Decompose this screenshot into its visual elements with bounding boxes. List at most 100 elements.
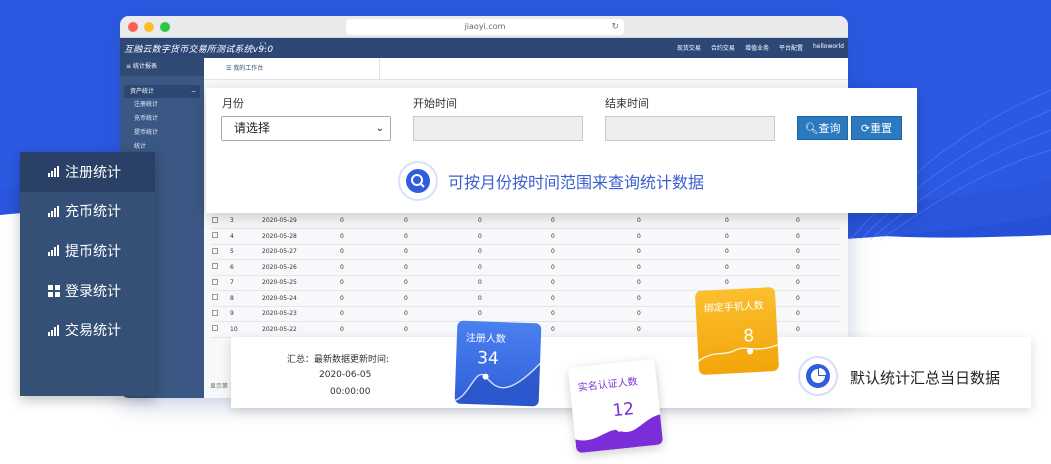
close-dot-icon[interactable] [128, 22, 138, 32]
row-checkbox[interactable] [212, 213, 230, 229]
fullscreen-icon[interactable]: ⛶ [260, 42, 266, 52]
menu-item-trade[interactable]: 交易统计 [20, 310, 155, 350]
tab-workbench[interactable]: ☰ 我的工作台 [214, 58, 380, 80]
row-value: 0 [340, 213, 404, 229]
nav-contract-trading[interactable]: 合约交易 [711, 43, 735, 52]
sidebar-item-deposit[interactable]: 充币统计 [120, 112, 204, 126]
sidebar-group-assets[interactable]: 资产统计 − [124, 85, 200, 98]
row-value: 0 [404, 213, 478, 229]
month-select[interactable]: 请选择 ⌄ [221, 116, 391, 141]
collapse-icon[interactable]: − [191, 85, 196, 98]
row-value: 0 [725, 213, 796, 229]
phone-count-card: 绑定手机人数 8 [694, 286, 780, 376]
month-select-value: 请选择 [234, 121, 271, 135]
minimize-dot-icon[interactable] [144, 22, 154, 32]
row-index: 4 [230, 228, 262, 245]
menu-item-label: 注册统计 [65, 164, 121, 181]
sidebar-item-register[interactable]: 注册统计 [120, 98, 204, 112]
query-button[interactable]: 🔍︎查询 [797, 116, 848, 140]
row-index: 8 [230, 290, 262, 307]
table-row: 5 2020-05-27 0 0 0 0 0 0 0 [212, 244, 840, 260]
menu-item-label: 充币统计 [65, 204, 121, 221]
register-card-value: 34 [476, 348, 500, 370]
row-value: 0 [796, 228, 840, 245]
row-index: 6 [230, 259, 262, 276]
summary-default-text: 默认统计汇总当日数据 [850, 369, 1001, 387]
row-value: 0 [340, 306, 404, 322]
row-value: 0 [637, 228, 725, 245]
menu-item-withdraw[interactable]: 提币统计 [20, 231, 155, 271]
menu-item-label: 交易统计 [65, 323, 121, 340]
row-value: 0 [725, 259, 796, 276]
tab-workbench-label: 我的工作台 [233, 65, 264, 72]
table-row: 4 2020-05-28 0 0 0 0 0 0 0 [212, 228, 840, 245]
search-icon: 🔍︎ [804, 122, 819, 135]
summary-date: 2020-06-05 [319, 370, 372, 380]
query-button-label: 查询 [818, 122, 841, 135]
row-value: 0 [478, 259, 551, 276]
filter-hint: 可按月份按时间范围来查询统计数据 [398, 161, 704, 201]
row-checkbox[interactable] [212, 259, 230, 276]
nav-platform-config[interactable]: 平台配置 [779, 43, 803, 52]
row-value: 0 [637, 259, 725, 276]
row-value: 0 [404, 244, 478, 260]
realname-count-card: 实名认证人数 12 [567, 358, 664, 454]
nav-spot-trading[interactable]: 现货交易 [677, 43, 701, 52]
row-value: 0 [551, 321, 637, 338]
filter-panel: 月份 开始时间 结束时间 请选择 ⌄ 🔍︎查询 ⟳重置 可按月份按时间范围来查询… [206, 88, 917, 213]
row-checkbox[interactable] [212, 321, 230, 338]
row-index: 5 [230, 244, 262, 260]
reload-icon[interactable]: ↻ [611, 19, 619, 35]
row-checkbox[interactable] [212, 228, 230, 245]
start-time-label: 开始时间 [413, 97, 457, 110]
row-date: 2020-05-24 [262, 290, 340, 307]
menu-item-deposit[interactable]: 充币统计 [20, 192, 155, 232]
summary-time: 00:00:00 [330, 387, 371, 397]
row-value: 0 [551, 306, 637, 322]
row-date: 2020-05-25 [262, 275, 340, 291]
pie-chart-icon [798, 356, 838, 396]
bar-chart-icon [48, 324, 60, 336]
row-value: 0 [796, 306, 840, 322]
row-value: 0 [340, 244, 404, 260]
row-index: 7 [230, 275, 262, 291]
menu-item-login[interactable]: 登录统计 [20, 271, 155, 311]
sidebar-head[interactable]: ≡ 统计报表 [120, 58, 204, 76]
row-date: 2020-05-26 [262, 259, 340, 276]
row-checkbox[interactable] [212, 290, 230, 307]
phone-card-title: 绑定手机人数 [703, 300, 765, 315]
row-value: 0 [725, 244, 796, 260]
row-date: 2020-05-29 [262, 213, 340, 229]
row-value: 0 [340, 275, 404, 291]
bar-chart-icon [48, 205, 60, 217]
row-index: 10 [230, 321, 262, 338]
reset-button[interactable]: ⟳重置 [851, 116, 902, 140]
row-checkbox[interactable] [212, 306, 230, 322]
start-time-input[interactable] [413, 116, 583, 141]
table-row: 6 2020-05-26 0 0 0 0 0 0 0 [212, 259, 840, 276]
row-value: 0 [796, 275, 840, 291]
month-label: 月份 [222, 97, 244, 110]
row-value: 0 [551, 244, 637, 260]
filter-hint-text: 可按月份按时间范围来查询统计数据 [448, 173, 705, 192]
url-text: jiaoyi.com [464, 22, 506, 31]
end-time-label: 结束时间 [605, 97, 649, 110]
row-value: 0 [796, 244, 840, 260]
end-time-input[interactable] [605, 116, 775, 141]
sidebar-head-label: 统计报表 [132, 63, 157, 70]
address-bar[interactable]: jiaoyi.com ↻ [346, 19, 624, 35]
row-value: 0 [796, 259, 840, 276]
chevron-down-icon: ⌄ [375, 123, 384, 134]
row-value: 0 [404, 290, 478, 307]
row-checkbox[interactable] [212, 244, 230, 260]
row-value: 0 [404, 306, 478, 322]
maximize-dot-icon[interactable] [160, 22, 170, 32]
nav-value-added[interactable]: 增值业务 [745, 43, 769, 52]
nav-user-menu[interactable]: helloworld [813, 43, 844, 52]
row-value: 0 [404, 275, 478, 291]
browser-chrome: jiaoyi.com ↻ [120, 16, 848, 38]
row-checkbox[interactable] [212, 275, 230, 291]
menu-item-register[interactable]: 注册统计 [20, 152, 155, 192]
sidebar-item-withdraw[interactable]: 提币统计 [120, 126, 204, 140]
row-value: 0 [340, 290, 404, 307]
